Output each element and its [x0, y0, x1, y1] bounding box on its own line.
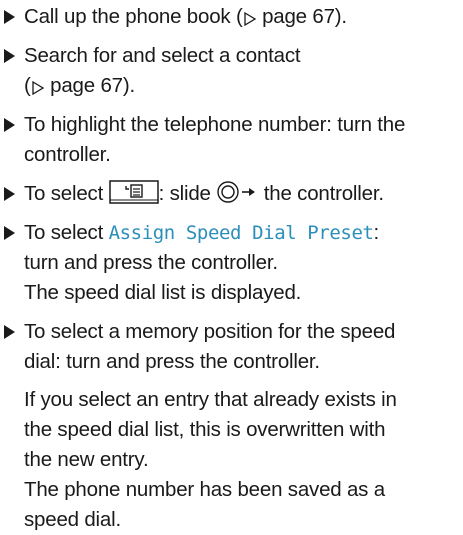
step-5: To select Assign Speed Dial Preset: turn…: [0, 218, 463, 308]
step-1-text-a: Call up the phone book (: [24, 5, 243, 28]
triangle-bullet-icon: [4, 118, 15, 132]
triangle-bullet-icon: [4, 187, 15, 201]
step-2-line-1: Search for and select a contact: [24, 44, 301, 67]
controller-slide-right-icon: [217, 181, 256, 203]
triangle-bullet-icon: [4, 10, 15, 24]
step-6-note-line-3: the new entry.: [24, 448, 149, 471]
step-5-suffix: :: [373, 221, 380, 244]
step-2: Search for and select a contact ( page 6…: [0, 41, 463, 101]
step-2-text-b: page 67).: [50, 74, 135, 97]
menu-item-assign-speed-dial-preset: Assign Speed Dial Preset: [108, 222, 374, 244]
step-4: To select : slide the controller.: [0, 179, 463, 209]
step-6-text: To select a memory position for the spee…: [24, 317, 459, 535]
step-5-line-2: turn and press the controller.: [24, 251, 278, 274]
step-3-line-2: controller.: [24, 143, 111, 166]
phonebook-options-icon: [108, 180, 159, 204]
step-4-text-a: To select: [24, 182, 109, 205]
step-1: Call up the phone book ( page 67).: [0, 2, 463, 32]
step-3-line-1: To highlight the telephone number: turn …: [24, 113, 406, 136]
step-5-line-3: The speed dial list is displayed.: [24, 281, 302, 304]
triangle-bullet-icon: [4, 49, 15, 63]
step-6-result-line-2: speed dial.: [24, 508, 121, 531]
step-6-line-1: To select a memory position for the spee…: [24, 320, 396, 343]
step-1-text-b: page 67).: [262, 5, 347, 28]
step-1-text: Call up the phone book ( page 67).: [24, 2, 459, 32]
page-reference-arrow-icon: [243, 11, 256, 27]
step-4-text-c: the controller.: [258, 182, 384, 205]
step-2-text-a: (: [24, 74, 31, 97]
step-3: To highlight the telephone number: turn …: [0, 110, 463, 170]
step-3-text: To highlight the telephone number: turn …: [24, 110, 459, 170]
step-6-note-line-2: the speed dial list, this is overwritten…: [24, 418, 386, 441]
page-reference-arrow-icon: [31, 80, 44, 96]
step-6-note-line-1: If you select an entry that already exis…: [24, 388, 397, 411]
triangle-bullet-icon: [4, 325, 15, 339]
instruction-document: Call up the phone book ( page 67). Searc…: [0, 0, 463, 531]
step-6-line-2: dial: turn and press the controller.: [24, 350, 320, 373]
step-5-prefix: To select: [24, 221, 109, 244]
triangle-bullet-icon: [4, 226, 15, 240]
step-6-result-line-1: The phone number has been saved as a: [24, 478, 385, 501]
step-5-text: To select Assign Speed Dial Preset: turn…: [24, 218, 459, 308]
step-4-text: To select : slide the controller.: [24, 179, 459, 209]
step-6: To select a memory position for the spee…: [0, 317, 463, 531]
step-4-text-b: : slide: [158, 182, 217, 205]
step-2-text: Search for and select a contact ( page 6…: [24, 41, 459, 101]
